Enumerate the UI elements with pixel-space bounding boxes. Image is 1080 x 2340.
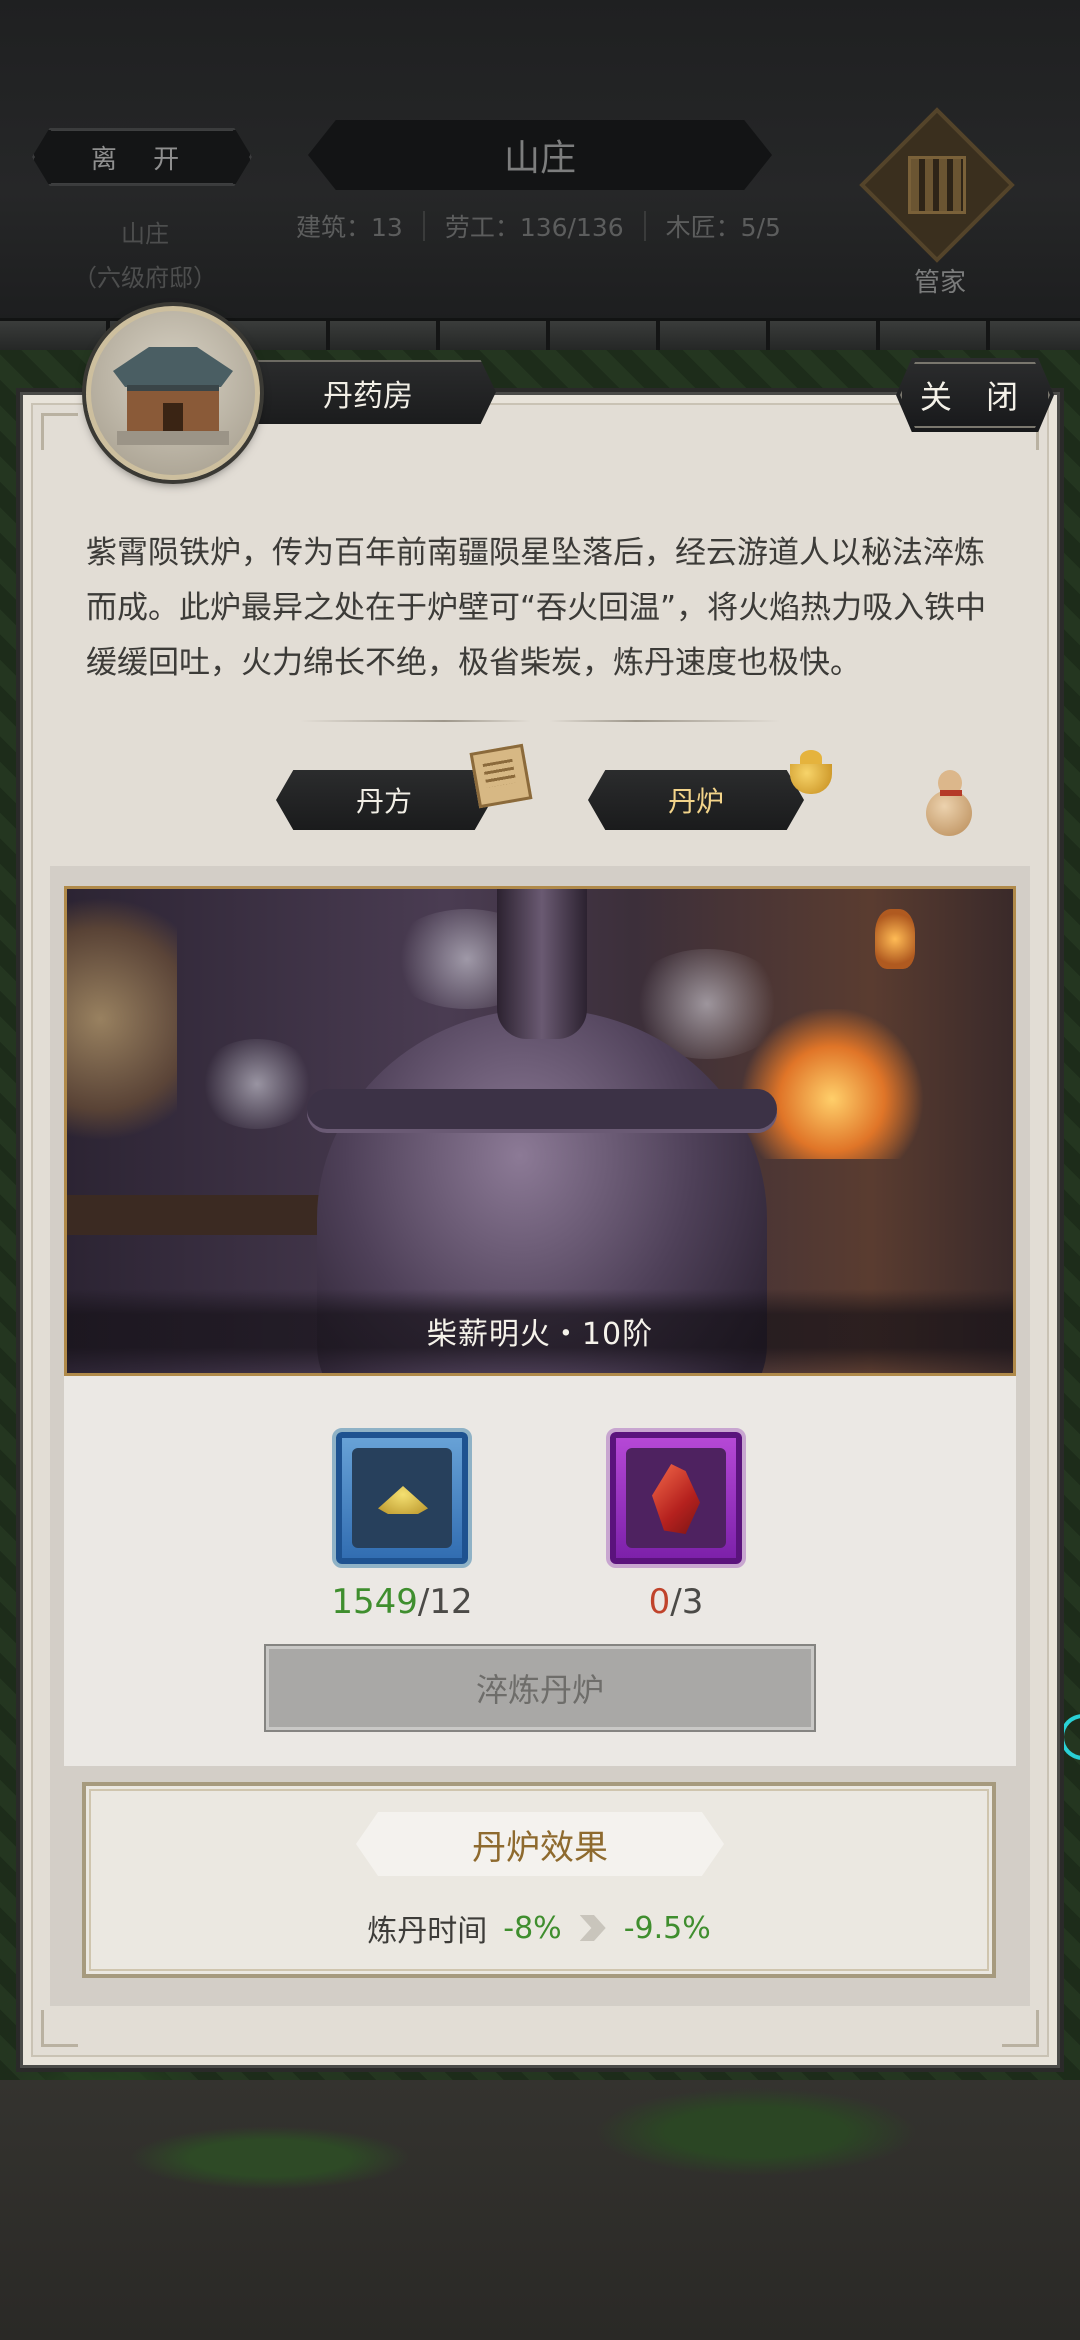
stat-labor: 劳工：136/136 <box>444 213 624 242</box>
corner-ornament <box>41 2010 78 2047</box>
material-slot-gold-powder[interactable] <box>332 1428 472 1568</box>
red-crystal-icon <box>652 1464 700 1534</box>
material-count-red-crystal: 0/3 <box>648 1582 704 1622</box>
estate-rank: （六级府邸） <box>73 264 217 292</box>
top-bar: 离 开 山庄 （六级府邸） 山庄 建筑：13 劳工：136/136 木匠：5/5… <box>0 0 1080 320</box>
effect-title: 丹炉效果 <box>356 1812 724 1876</box>
furnace-illustration: 柴薪明火・10阶 <box>64 886 1016 1376</box>
room-title-tab: 丹药房 <box>240 360 496 424</box>
stat-carpenters: 木匠：5/5 <box>665 213 781 242</box>
corner-ornament <box>41 413 78 450</box>
corner-ornament <box>1002 2010 1039 2047</box>
gold-powder-icon <box>378 1486 428 1514</box>
furnace-level-caption: 柴薪明火・10阶 <box>67 1289 1013 1373</box>
pavilion-icon <box>86 306 260 480</box>
stat-buildings: 建筑：13 <box>296 213 403 242</box>
estate-name: 山庄 <box>121 220 169 248</box>
chevron-right-icon <box>579 1915 606 1941</box>
golden-cauldron-icon <box>786 748 836 798</box>
material-count-gold-powder: 1549/12 <box>331 1582 473 1622</box>
effect-next-value: -9.5% <box>623 1910 711 1946</box>
leave-button[interactable]: 离 开 <box>32 128 252 186</box>
temper-furnace-button[interactable]: 淬炼丹炉 <box>264 1644 816 1732</box>
effect-row: 炼丹时间 -8% -9.5% <box>82 1904 996 1952</box>
ornamental-divider <box>300 720 780 722</box>
material-slot-red-crystal[interactable] <box>606 1428 746 1568</box>
stat-divider <box>422 211 425 241</box>
close-button[interactable]: 关 闭 <box>896 358 1054 432</box>
background-ground <box>0 2080 1080 2340</box>
stat-divider <box>643 211 646 241</box>
furnace-description: 紫霄陨铁炉，传为百年前南疆陨星坠落后，经云游道人以秘法淬炼而成。此炉最异之处在于… <box>86 535 987 681</box>
abacus-icon[interactable] <box>859 107 1015 263</box>
scroll-book-icon <box>469 743 533 809</box>
effect-current-value: -8% <box>503 1910 562 1946</box>
estate-stats: 建筑：13 劳工：136/136 木匠：5/5 <box>296 208 796 244</box>
effect-label: 炼丹时间 <box>367 1914 488 1949</box>
tab-furnace[interactable]: 丹炉 <box>588 770 804 830</box>
tab-recipes[interactable]: 丹方 <box>276 770 492 830</box>
manager-label[interactable]: 管家 <box>900 262 980 299</box>
gourd-icon[interactable] <box>920 764 978 840</box>
page-title: 山庄 <box>308 120 772 190</box>
